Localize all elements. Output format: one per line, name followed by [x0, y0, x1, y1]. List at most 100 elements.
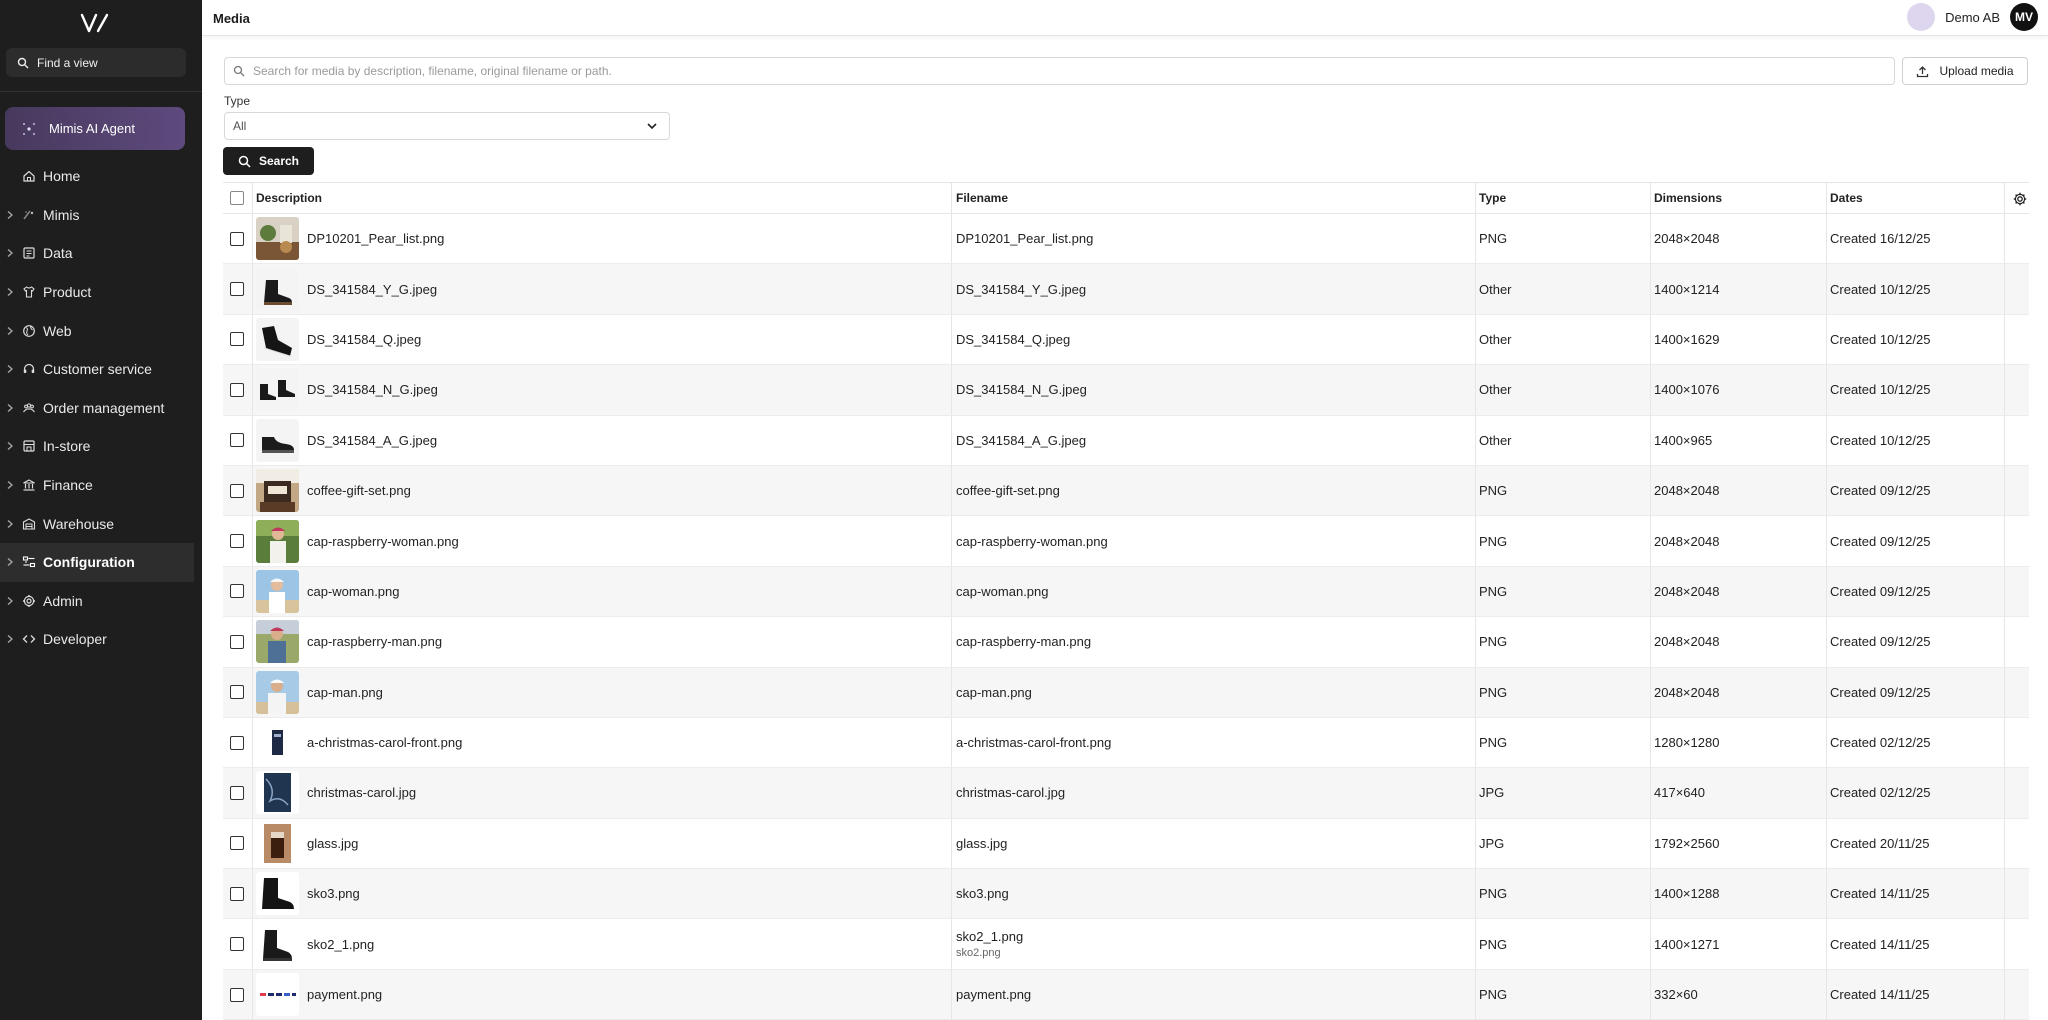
column-divider [1475, 919, 1476, 969]
sidebar-item-customer-service[interactable]: Customer service [0, 350, 202, 389]
table-row[interactable]: sko2_1.png sko2_1.png sko2.png PNG 1400×1271… [223, 919, 2029, 970]
row-checkbox[interactable] [230, 382, 244, 397]
table-row[interactable]: cap-raspberry-man.png cap-raspberry-man.p… [223, 617, 2029, 668]
media-thumbnail[interactable] [256, 872, 299, 916]
table-row[interactable]: DP10201_Pear_list.png DP10201_Pear_list.p… [223, 214, 2029, 265]
sidebar-item-admin[interactable]: Admin [0, 582, 202, 621]
media-thumbnail[interactable] [256, 368, 299, 412]
sidebar-item-home[interactable]: Home [0, 157, 202, 196]
sidebar-item-order-management[interactable]: Order management [0, 389, 202, 428]
column-divider [951, 314, 952, 365]
media-search-field[interactable] [224, 57, 1895, 85]
sidebar-item-mimis[interactable]: Mimis [0, 196, 202, 235]
column-divider [951, 768, 952, 818]
upload-media-button[interactable]: Upload media [1902, 57, 2028, 85]
row-checkbox[interactable] [230, 332, 244, 347]
column-divider [1475, 415, 1476, 465]
original-filename-text: sko2.png [956, 947, 1001, 960]
sidebar-item-in-store[interactable]: In-store [0, 427, 202, 466]
row-checkbox[interactable] [230, 937, 244, 952]
media-thumbnail[interactable] [256, 771, 299, 815]
table-row[interactable]: DS_341584_Y_G.jpeg DS_341584_Y_G.jpeg Othe… [223, 264, 2029, 315]
row-checkbox[interactable] [230, 987, 244, 1002]
dimensions-cell: 1400×1214 [1654, 281, 1720, 297]
table-row[interactable]: cap-raspberry-woman.png cap-raspberry-wom… [223, 516, 2029, 567]
table-row[interactable]: glass.jpg glass.jpg JPG 1792×2560 Created 20… [223, 818, 2029, 870]
table-row[interactable]: sko3.png sko3.png PNG 1400×1288 Created 14/1… [223, 869, 2029, 920]
description-cell: payment.png [256, 970, 382, 1019]
table-settings-gear-icon[interactable] [2013, 192, 2027, 206]
col-description[interactable]: Description [256, 183, 322, 213]
find-view-button[interactable]: Find a view [6, 48, 186, 77]
media-thumbnail[interactable] [256, 721, 299, 765]
media-search-input[interactable] [253, 64, 1853, 78]
sidebar-item-warehouse[interactable]: Warehouse [0, 504, 202, 543]
sidebar-item-web[interactable]: Web [0, 311, 202, 350]
row-select-cell [230, 869, 250, 918]
row-checkbox[interactable] [230, 685, 244, 700]
table-row[interactable]: DS_341584_Q.jpeg DS_341584_Q.jpeg Other 140… [223, 314, 2029, 366]
row-checkbox[interactable] [230, 231, 244, 246]
table-row[interactable]: a-christmas-carol-front.png a-christmas-c… [223, 717, 2029, 769]
col-type[interactable]: Type [1479, 183, 1506, 213]
ai-agent-button[interactable]: Mimis AI Agent [5, 107, 185, 150]
row-checkbox[interactable] [230, 433, 244, 448]
column-divider [951, 183, 952, 213]
app-logo-icon[interactable] [80, 12, 110, 34]
table-row[interactable]: cap-man.png cap-man.png PNG 2048×2048 Create… [223, 667, 2029, 718]
select-all-cell [230, 183, 250, 213]
row-checkbox[interactable] [230, 836, 244, 851]
column-divider [252, 919, 253, 969]
column-divider [1475, 667, 1476, 717]
chevron-right-icon [7, 403, 13, 412]
column-divider [1650, 768, 1651, 818]
media-thumbnail[interactable] [256, 569, 299, 613]
row-checkbox[interactable] [230, 735, 244, 750]
col-filename[interactable]: Filename [956, 183, 1008, 213]
media-thumbnail[interactable] [256, 973, 299, 1017]
media-thumbnail[interactable] [256, 519, 299, 563]
search-button[interactable]: Search [223, 147, 314, 175]
row-checkbox[interactable] [230, 785, 244, 800]
row-checkbox[interactable] [230, 282, 244, 297]
media-thumbnail[interactable] [256, 620, 299, 664]
column-divider [1650, 516, 1651, 566]
media-thumbnail[interactable] [256, 670, 299, 714]
table-row[interactable]: payment.png payment.png PNG 332×60 Created 1… [223, 969, 2029, 1020]
media-thumbnail[interactable] [256, 267, 299, 311]
column-divider [1826, 465, 1827, 516]
description-text: glass.jpg [307, 835, 359, 851]
media-thumbnail[interactable] [256, 821, 299, 865]
table-row[interactable]: DS_341584_N_G.jpeg DS_341584_N_G.jpeg Othe… [223, 365, 2029, 416]
table-row[interactable]: coffee-gift-set.png coffee-gift-set.png PN… [223, 465, 2029, 517]
row-select-cell [230, 819, 250, 868]
column-divider [252, 516, 253, 566]
col-dimensions[interactable]: Dimensions [1654, 183, 1722, 213]
chevron-right-icon [7, 365, 13, 374]
media-thumbnail[interactable] [256, 418, 299, 462]
org-switcher[interactable]: Demo AB MV [1907, 3, 2038, 31]
media-thumbnail[interactable] [256, 469, 299, 513]
table-row[interactable]: cap-woman.png cap-woman.png PNG 2048×2048 Cr… [223, 566, 2029, 618]
col-dates[interactable]: Dates [1830, 183, 1863, 213]
table-row[interactable]: DS_341584_A_G.jpeg DS_341584_A_G.jpeg Othe… [223, 415, 2029, 466]
select-all-checkbox[interactable] [230, 191, 244, 205]
sidebar-item-finance[interactable]: Finance [0, 466, 202, 505]
row-checkbox[interactable] [230, 634, 244, 649]
chevron-right-icon [7, 519, 13, 528]
sidebar-item-product[interactable]: Product [0, 273, 202, 312]
row-checkbox[interactable] [230, 483, 244, 498]
column-divider [252, 818, 253, 869]
media-thumbnail[interactable] [256, 922, 299, 966]
type-filter-select[interactable]: All [224, 112, 670, 140]
table-row[interactable]: christmas-carol.jpg christmas-carol.jpg JP… [223, 768, 2029, 819]
user-avatar[interactable]: MV [2010, 3, 2038, 31]
media-thumbnail[interactable] [256, 217, 299, 261]
row-checkbox[interactable] [230, 534, 244, 549]
row-checkbox[interactable] [230, 886, 244, 901]
sidebar-item-configuration[interactable]: Configuration [0, 542, 194, 582]
sidebar-item-data[interactable]: Data [0, 234, 202, 273]
media-thumbnail[interactable] [256, 317, 299, 361]
sidebar-item-developer[interactable]: Developer [0, 620, 202, 659]
row-checkbox[interactable] [230, 584, 244, 599]
